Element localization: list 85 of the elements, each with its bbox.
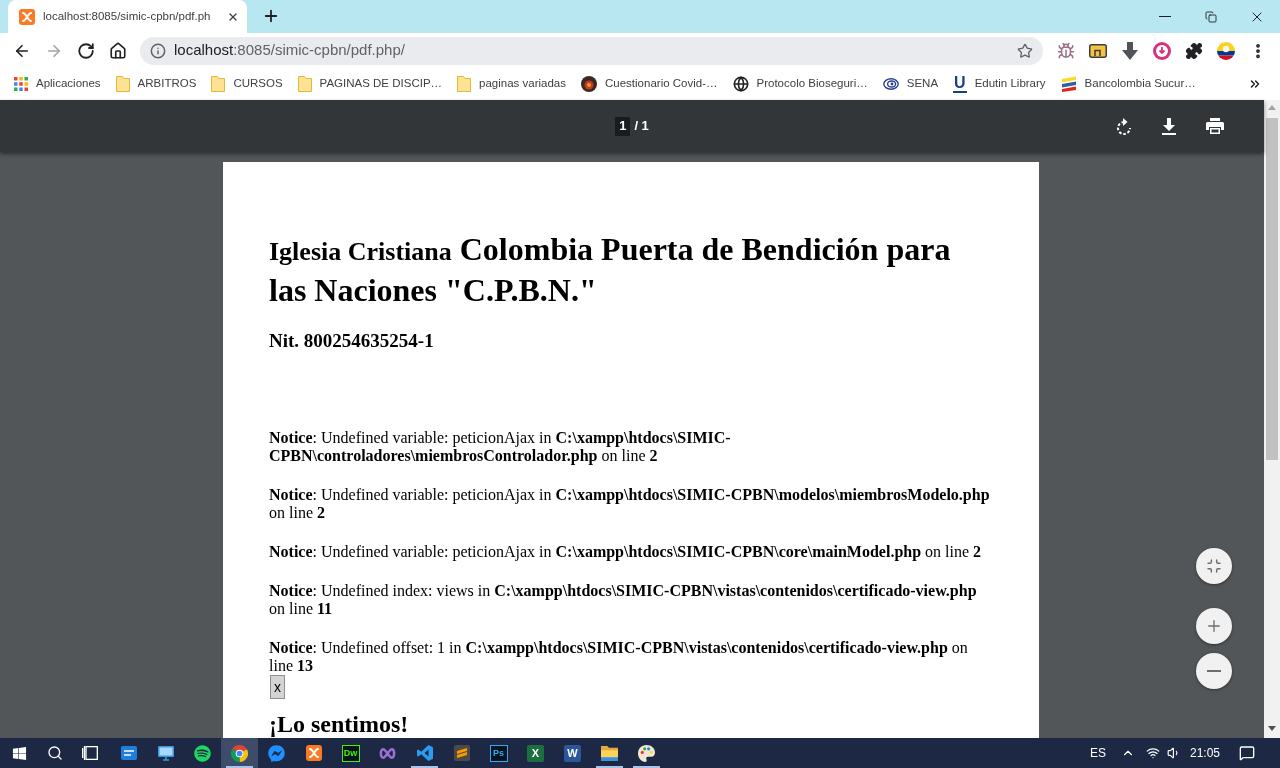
notification-icon[interactable] <box>1239 745 1255 761</box>
page-number-field[interactable]: 1 <box>615 116 631 136</box>
x-button[interactable]: x <box>270 675 285 699</box>
infinity-logo-icon <box>379 746 396 760</box>
bookmark-item[interactable]: Cuestionario Covid-… <box>581 75 718 93</box>
folder-icon <box>211 76 226 92</box>
folder-icon <box>601 745 618 761</box>
site-favicon-icon <box>19 8 35 25</box>
fit-icon <box>1206 558 1222 574</box>
profile-avatar-icon[interactable] <box>1217 41 1235 60</box>
globe-icon <box>732 76 749 92</box>
knot-logo-icon <box>305 745 322 761</box>
bookmark-item[interactable]: Aplicaciones <box>14 75 101 93</box>
bookmark-item[interactable]: PAGINAS DE DISCIP… <box>297 75 443 93</box>
clock-time[interactable]: 21:05 <box>1189 744 1220 762</box>
church-name-heading: Iglesia Cristiana Colombia Puerta de Bendición para las Naciones "C.P.B.N." <box>269 230 952 309</box>
segmented-circle-icon <box>231 744 248 762</box>
search-icon[interactable] <box>47 745 63 761</box>
rotate-icon[interactable] <box>1116 117 1132 135</box>
card-app-icon <box>120 746 137 760</box>
circle-download-icon[interactable] <box>1153 41 1171 60</box>
apps-grid-icon <box>14 77 28 91</box>
bookmark-star-icon[interactable] <box>1017 42 1033 59</box>
fit-page-button[interactable] <box>1196 548 1232 584</box>
page-count: / 1 <box>634 117 649 136</box>
minus-icon <box>1207 670 1221 672</box>
restore-icon[interactable] <box>1205 10 1217 23</box>
bookmark-item[interactable]: U Edutin Library <box>953 75 1046 93</box>
bookmark-item[interactable]: Protocolo Bioseguri… <box>732 75 868 93</box>
bookmark-item[interactable]: Bancolombia Sucur… <box>1060 75 1196 93</box>
zoom-in-button[interactable] <box>1196 608 1232 644</box>
zoom-out-button[interactable] <box>1196 653 1232 689</box>
arch-tile-icon[interactable] <box>1089 43 1107 58</box>
php-notice: Notice: Undefined index: views in C:\xampp\htdocs\SIMIC-CPBN\vistas\contenidos\certificado-view.php on line 11 <box>269 582 978 618</box>
php-notice: Notice: Undefined variable: peticionAjax in C:\xampp\htdocs\SIMIC-CPBN\controladores\miembrosControlador.php on line 2 <box>269 429 732 465</box>
bug-icon[interactable] <box>1057 41 1075 60</box>
monitor-icon <box>157 745 174 761</box>
letter-logo: U <box>953 75 967 93</box>
taskbar-button[interactable]: W <box>554 738 591 768</box>
taskbar-button[interactable]: X <box>517 738 554 768</box>
letter-tile: Ps <box>489 744 508 762</box>
bookmark-item[interactable]: SENA <box>882 75 939 93</box>
browser-tab[interactable]: localhost:8085/simic-cpbn/pdf.ph <box>8 0 247 33</box>
scrollbar-thumb[interactable] <box>1266 118 1278 460</box>
wifi-icon[interactable] <box>1145 746 1160 760</box>
folder-icon <box>457 76 472 92</box>
reload-icon[interactable] <box>77 41 95 60</box>
letter-tile: Dw <box>341 744 360 762</box>
folder-icon <box>115 76 130 92</box>
address-field[interactable]: localhost:8085/simic-cpbn/pdf.php/ <box>140 36 1043 65</box>
round-logo-icon <box>581 76 597 92</box>
scrollbar[interactable] <box>1264 100 1280 738</box>
download-arrow-icon[interactable] <box>1121 41 1139 60</box>
extensions-icon[interactable] <box>1185 41 1203 60</box>
taskbar-button[interactable]: Dw <box>332 738 369 768</box>
ribbon-logo-icon <box>416 745 433 761</box>
bookmark-item[interactable]: ARBITROS <box>115 75 197 93</box>
folder-icon <box>297 76 312 92</box>
plus-icon <box>1205 617 1223 635</box>
print-icon[interactable] <box>1206 118 1224 134</box>
taskbar-button[interactable]: Ps <box>480 738 517 768</box>
bookmark-item[interactable]: paginas variadas <box>457 75 566 93</box>
bookmark-item[interactable]: CURSOS <box>211 75 283 93</box>
php-notice: Notice: Undefined variable: peticionAjax in C:\xampp\htdocs\SIMIC-CPBN\modelos\miembrosModelo.php on line 2 <box>269 486 991 522</box>
php-notice: Notice: Undefined offset: 1 in C:\xampp\htdocs\SIMIC-CPBN\vistas\contenidos\certificado-view.php on line 13 <box>269 639 969 675</box>
zigzag-logo-icon <box>453 745 470 761</box>
php-notice: Notice: Undefined variable: peticionAjax in C:\xampp\htdocs\SIMIC-CPBN\core\mainModel.php on line 2 <box>269 543 983 561</box>
letter-tile: W <box>564 744 581 762</box>
scroll-down-icon[interactable] <box>1268 726 1276 731</box>
palette-icon <box>638 744 655 762</box>
apology-heading: ¡Lo sentimos! <box>269 711 409 737</box>
home-icon[interactable] <box>109 41 127 60</box>
start-icon[interactable] <box>11 745 27 761</box>
eye-logo-icon <box>882 78 899 90</box>
striped-logo-icon <box>1060 76 1077 92</box>
new-tab-icon[interactable] <box>262 7 280 25</box>
letter-tile: X <box>527 744 544 762</box>
chat-bubble-icon <box>268 744 285 762</box>
download-icon[interactable] <box>1162 117 1176 135</box>
task-view-icon[interactable] <box>82 746 98 760</box>
nit-number: Nit. 800254635254-1 <box>269 330 435 352</box>
language-indicator[interactable]: ES <box>1089 744 1106 762</box>
info-icon[interactable] <box>150 42 166 59</box>
minimize-icon[interactable] <box>1159 15 1171 18</box>
more-bookmarks-icon[interactable] <box>1248 77 1262 91</box>
